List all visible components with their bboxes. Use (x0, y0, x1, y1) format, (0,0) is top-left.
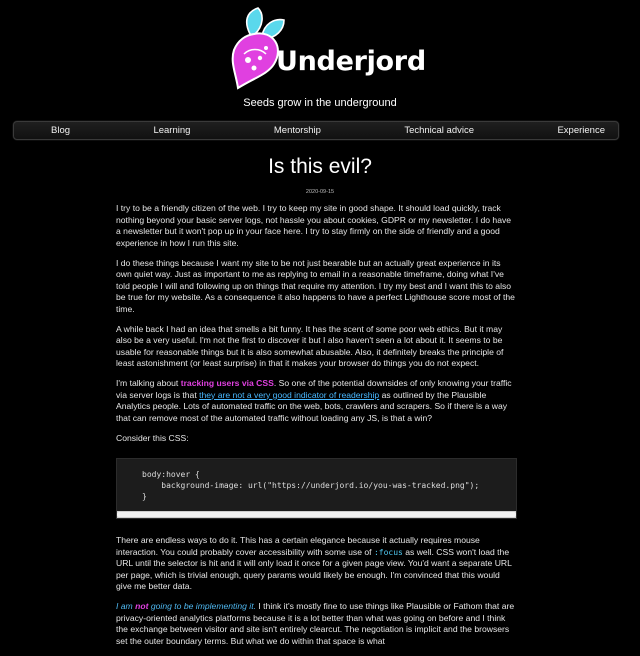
text-segment: I'm talking about (116, 378, 181, 388)
article-paragraph: There are endless ways to do it. This ha… (116, 535, 517, 593)
site-name: Underjord (276, 46, 426, 77)
article-paragraph: I try to be a friendly citizen of the we… (116, 203, 512, 248)
nav-item-learning[interactable]: Learning (153, 125, 190, 136)
nav-item-mentorship[interactable]: Mentorship (274, 125, 321, 136)
site-tagline: Seeds grow in the underground (243, 97, 397, 109)
article-title: Is this evil? (268, 155, 372, 178)
article-paragraph: I am not going to be implementing it. I … (116, 601, 517, 647)
article-paragraph: I do these things because I want my site… (116, 257, 515, 314)
article-body: I try to be a friendly citizen of the we… (116, 203, 517, 656)
nav-item-technical-advice[interactable]: Technical advice (404, 125, 474, 136)
article-paragraph: I'm talking about tracking users via CSS… (116, 378, 517, 424)
text-segment: I am (116, 601, 136, 611)
article-paragraph: Consider this CSS: (116, 432, 189, 443)
article-date: 2020-09-15 (305, 189, 335, 195)
emphasis-not: not (135, 601, 149, 611)
highlight-text: tracking users via CSS (180, 378, 274, 388)
italic-lead: I am not going to be implementing it. (116, 601, 256, 611)
nav-item-blog[interactable]: Blog (51, 125, 70, 136)
readership-link[interactable]: they are not a very good indicator of re… (199, 390, 379, 400)
inline-code: :focus (373, 547, 403, 557)
text-segment: going to be implementing it. (148, 601, 256, 611)
code-scrollbar[interactable] (117, 511, 516, 518)
nav-item-experience[interactable]: Experience (557, 125, 605, 136)
code-content: body:hover { background-image: url("http… (142, 470, 480, 501)
scrollbar-thumb[interactable] (117, 512, 516, 517)
site-logo[interactable]: Underjord (224, 4, 426, 94)
article-paragraph: A while back I had an idea that smells a… (116, 323, 504, 369)
site-header: Underjord Seeds grow in the underground (0, 0, 640, 120)
main-nav: Blog Learning Mentorship Technical advic… (13, 121, 619, 140)
code-block: body:hover { background-image: url("http… (116, 458, 517, 519)
